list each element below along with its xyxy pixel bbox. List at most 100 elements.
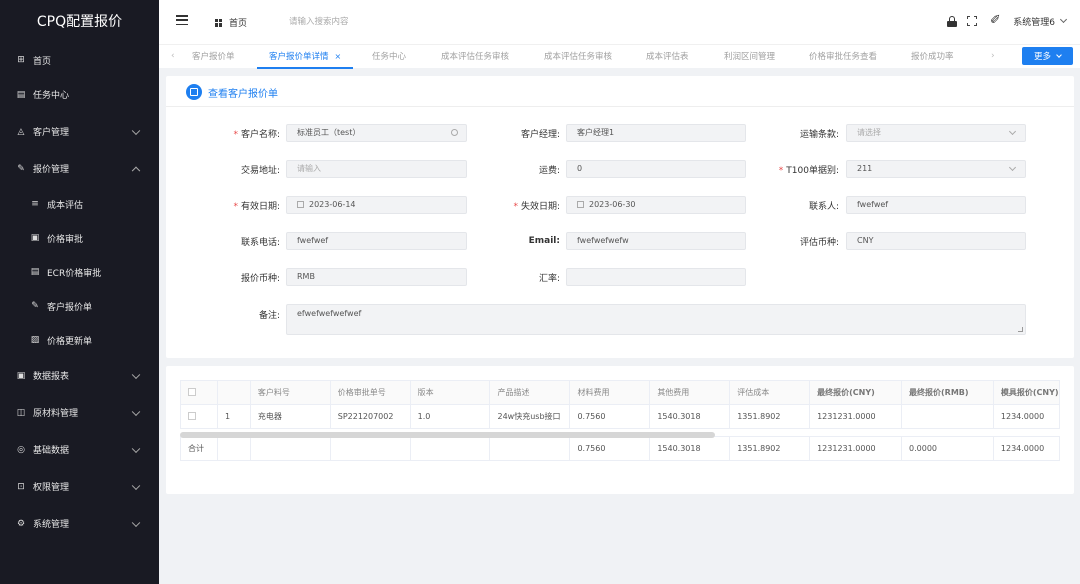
table-cell: 0.0000: [901, 436, 994, 461]
avatar[interactable]: ✐: [987, 13, 1003, 29]
field-t100-type: * T100单据别: 211: [166, 160, 1046, 178]
sidebar-item-price-update[interactable]: ▨ 价格更新单: [0, 323, 159, 357]
field-contact: 联系人: fwefwef: [166, 196, 1046, 214]
sidebar-item-label: 任务中心: [33, 91, 70, 101]
sidebar-item-label: 成本评估: [47, 200, 84, 211]
breadcrumb[interactable]: 首页: [215, 16, 247, 29]
tabs-bar: ‹ 客户报价单 客户报价单详情 × 任务中心 成本评估任务审核 成本评估任务审核 …: [159, 44, 1080, 69]
table-cell: 充电器: [249, 404, 331, 429]
sidebar-item-price-approval[interactable]: ▣ 价格审批: [0, 221, 159, 255]
column-header: 版本: [409, 380, 491, 405]
remark-textarea[interactable]: efwefwefwefwef: [286, 304, 1026, 335]
breadcrumb-home: 首页: [229, 19, 248, 29]
chevron-down-icon: [1056, 51, 1062, 58]
tab-cost-eval-table[interactable]: 成本评估表: [646, 45, 689, 69]
resize-handle-icon[interactable]: [1018, 327, 1023, 332]
column-header: 模具报价(CNY): [992, 380, 1061, 405]
row-select-cell: [180, 404, 218, 429]
more-button[interactable]: 更多: [1022, 47, 1073, 65]
sidebar-item-base-data[interactable]: ◎ 基础数据: [0, 431, 159, 468]
sidebar-item-customer-quote[interactable]: ✎ 客户报价单: [0, 289, 159, 323]
user-name[interactable]: 系统管理6: [1013, 15, 1055, 28]
lock-icon: ⊡: [17, 481, 25, 492]
field-label: * T100单据别:: [778, 165, 839, 176]
tab-cost-eval-review-2[interactable]: 成本评估任务审核: [544, 45, 612, 69]
table-cell: 24w快充usb接口: [489, 404, 571, 429]
table-cell: 0.7560: [569, 436, 651, 461]
eval-currency-input[interactable]: CNY: [846, 232, 1026, 250]
sidebar-item-home[interactable]: ⊞ 首页: [0, 44, 159, 76]
exchange-rate-input[interactable]: [566, 268, 746, 286]
column-header: 最终报价(CNY): [809, 380, 902, 405]
close-icon[interactable]: ×: [335, 52, 342, 61]
sidebar-item-cost-eval[interactable]: ≡ 成本评估: [0, 187, 159, 221]
divider: [166, 106, 1074, 107]
sidebar-item-label: 首页: [33, 56, 52, 67]
sidebar-item-label: 价格审批: [47, 234, 84, 245]
menu-toggle-icon[interactable]: [176, 15, 188, 26]
lock-icon[interactable]: [947, 15, 958, 27]
card-header: 查看客户报价单: [186, 84, 278, 100]
doc-icon: ▣: [30, 233, 40, 243]
sidebar-item-label: 客户管理: [33, 128, 70, 138]
sidebar-item-quote[interactable]: ✎ 报价管理: [0, 150, 159, 187]
chevron-down-icon: [131, 126, 141, 135]
tab-quote-success-rate[interactable]: 报价成功率: [911, 45, 954, 69]
row-checkbox[interactable]: [188, 411, 196, 420]
field-label: 联系人:: [808, 201, 839, 212]
chevron-down-icon: [131, 481, 141, 490]
quote-detail-card: 查看客户报价单 * 客户名称: 标准员工（test） 客户经理: 客户经理1 运输…: [166, 76, 1074, 358]
chevron-down-icon: [131, 518, 141, 527]
table-cell: 1231231.0000: [809, 404, 902, 429]
sidebar-item-reports[interactable]: ▣ 数据报表: [0, 357, 159, 394]
select-all-checkbox[interactable]: [188, 387, 196, 396]
sidebar-item-ecr-approval[interactable]: ▤ ECR价格审批: [0, 255, 159, 289]
tab-cost-eval-review-1[interactable]: 成本评估任务审核: [441, 45, 509, 69]
task-icon: ▤: [16, 89, 26, 100]
top-header: 首页 ✐ 系统管理6: [159, 0, 1080, 44]
quote-icon: ✎: [17, 163, 25, 174]
column-header: 评估成本: [729, 380, 811, 405]
field-eval-currency: 评估币种: CNY: [166, 232, 1046, 250]
sidebar-item-label: 基础数据: [33, 446, 70, 456]
tab-scroll-right-icon[interactable]: ›: [991, 51, 995, 61]
search-input[interactable]: [289, 14, 449, 30]
column-header: 价格审批单号: [329, 380, 411, 405]
fullscreen-icon[interactable]: [967, 16, 978, 26]
quote-items-card: 客户料号 价格审批单号 版本 产品描述 材料费用 其他费用 评估成本 最终报价(…: [166, 366, 1074, 494]
column-header: [216, 380, 251, 405]
table-cell: 0.7560: [569, 404, 651, 429]
column-header: 材料费用: [569, 380, 651, 405]
sidebar-item-permissions[interactable]: ⊡ 权限管理: [0, 468, 159, 505]
sidebar-item-label: ECR价格审批: [47, 268, 102, 279]
contact-input[interactable]: fwefwef: [846, 196, 1026, 214]
sidebar-item-system[interactable]: ⚙ 系统管理: [0, 505, 159, 542]
table-cell: [901, 404, 994, 429]
tab-label: 客户报价单详情: [269, 52, 329, 62]
tab-customer-quote-detail[interactable]: 客户报价单详情 ×: [257, 45, 354, 69]
t100-type-select[interactable]: 211: [846, 160, 1026, 178]
horizontal-scrollbar[interactable]: [180, 432, 715, 438]
table-row[interactable]: 1 充电器 SP221207002 1.0 24w快充usb接口 0.7560 …: [180, 404, 1061, 429]
field-label: 备注:: [258, 310, 280, 321]
sidebar-item-customer[interactable]: ◬ 客户管理: [0, 113, 159, 150]
sidebar-item-task-center[interactable]: ▤ 任务中心: [0, 76, 159, 113]
remark-text: efwefwefwefwef: [297, 309, 362, 318]
view-icon: [186, 84, 202, 100]
tab-price-approval-view[interactable]: 价格审批任务查看: [809, 45, 877, 69]
customer-icon: ◬: [17, 126, 25, 137]
tab-scroll-left-icon[interactable]: ‹: [171, 51, 175, 61]
sidebar-item-label: 客户报价单: [47, 302, 93, 313]
tab-profit-range[interactable]: 利润区间管理: [724, 45, 775, 69]
header-actions: ✐ 系统管理6: [947, 13, 1068, 29]
table-cell: 1540.3018: [649, 436, 731, 461]
field-remark: 备注:: [166, 305, 286, 323]
tab-customer-quote[interactable]: 客户报价单: [192, 45, 235, 69]
sidebar: CPQ配置报价 ⊞ 首页 ▤ 任务中心 ◬ 客户管理 ✎ 报价管理 ≡ 成本评估…: [0, 0, 159, 584]
shipping-terms-select[interactable]: 请选择: [846, 124, 1026, 142]
sidebar-item-materials[interactable]: ◫ 原材料管理: [0, 394, 159, 431]
sidebar-item-label: 系统管理: [33, 520, 70, 530]
chevron-down-icon[interactable]: [1059, 15, 1068, 24]
tab-task-center[interactable]: 任务中心: [372, 45, 406, 69]
field-label: 评估币种:: [799, 237, 839, 248]
